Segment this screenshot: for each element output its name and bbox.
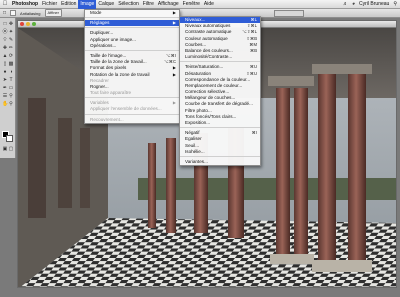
menu-filtre[interactable]: Filtre bbox=[141, 0, 156, 9]
adjust-menu-item-label: Négatif bbox=[185, 130, 200, 136]
adjust-menu-item-label: Tons foncés/Tons clairs... bbox=[185, 113, 237, 119]
minimize-icon[interactable] bbox=[26, 22, 30, 26]
eyedropper-icon[interactable]: ⚲ bbox=[8, 93, 14, 99]
adjust-menu-item-label: Désaturation bbox=[185, 70, 212, 76]
adjust-menu-item-label: Courbes... bbox=[185, 41, 207, 47]
antialias-label: Antialiasing bbox=[20, 10, 41, 16]
submenu-arrow-icon: ▶ bbox=[172, 10, 176, 15]
image-menu-item-label: Taille de la zone de travail... bbox=[90, 59, 147, 65]
dodge-tool-icon[interactable]: ◑ bbox=[8, 69, 14, 75]
image-menu-item: Recouvrement... bbox=[85, 117, 179, 123]
image-menu-item-label: Mode bbox=[90, 10, 102, 15]
adjust-menu-item-label: Exposition... bbox=[185, 120, 211, 125]
image-menu-item-label: Rogner... bbox=[90, 83, 109, 89]
close-icon[interactable] bbox=[20, 22, 24, 26]
menu-edition[interactable]: Edition bbox=[59, 0, 78, 9]
adjust-menu-item-label: Balance des couleurs... bbox=[185, 47, 233, 53]
background-color-swatch[interactable] bbox=[6, 135, 13, 142]
image-menu-item: Tout faire apparaître bbox=[85, 90, 179, 96]
image-menu-item-label: Opérations... bbox=[90, 42, 117, 48]
image-menu-item-label: Appliquer une image... bbox=[90, 36, 136, 42]
image-menu-item-label: Format des pixels bbox=[90, 65, 127, 71]
type-tool-icon[interactable]: T bbox=[8, 77, 14, 83]
image-menu-item-label: Recouvrement... bbox=[90, 116, 124, 122]
adjust-menu-item-label: Correction sélective... bbox=[185, 89, 230, 95]
image-menu-item-label: Recadrer bbox=[90, 77, 109, 83]
antialias-checkbox[interactable] bbox=[10, 10, 17, 16]
shape-tool-icon[interactable]: ▭ bbox=[8, 85, 14, 91]
image-menu-item: Appliquer l'ensemble de données... bbox=[85, 106, 179, 112]
magic-wand-icon[interactable]: ✦ bbox=[8, 29, 14, 35]
adjust-menu-item-label: Correspondance de la couleur... bbox=[185, 76, 251, 82]
palette-well[interactable] bbox=[274, 10, 304, 17]
brush-tool-icon[interactable]: ✏ bbox=[8, 45, 14, 51]
adjust-menu-item-label: Courbe de transfert de dégradé... bbox=[185, 101, 253, 107]
image-menu-item-label: Appliquer l'ensemble de données... bbox=[90, 106, 162, 112]
adjust-menu-item-label: Seuil... bbox=[185, 142, 200, 148]
submenu-arrow-icon: ▶ bbox=[172, 20, 176, 26]
adjust-menu-item[interactable]: Exposition... bbox=[180, 120, 260, 126]
image-menu: Mode ▶ Réglages ▶ Dupliquer... Appliquer une … bbox=[84, 9, 180, 124]
tool-preset-icon[interactable]: □ bbox=[3, 10, 6, 16]
menu-image[interactable]: Image bbox=[78, 0, 97, 9]
adjust-menu-item-label: Remplacement de couleur... bbox=[185, 82, 243, 88]
image-menu-item[interactable]: Réglages ▶ bbox=[85, 20, 179, 27]
menu-photoshop[interactable]: Photoshop bbox=[10, 0, 40, 9]
menu-fenetre[interactable]: Fenêtre bbox=[181, 0, 202, 9]
adjust-menu-item-label: Luminosité/Contraste... bbox=[185, 54, 233, 60]
image-menu-item[interactable]: Mode ▶ bbox=[85, 10, 179, 16]
adjust-menu-item-label: Contraste automatique bbox=[185, 29, 232, 35]
spotlight-icon[interactable]: ⚲ bbox=[393, 0, 397, 9]
gradient-tool-icon[interactable]: ▩ bbox=[8, 61, 14, 67]
adjust-menu-item-label: Couleur automatique bbox=[185, 35, 228, 41]
adjust-menu-item-label: Variantes... bbox=[185, 158, 208, 164]
refine-button[interactable]: Affiner bbox=[44, 9, 62, 17]
adjust-menu-item-label: Isohélie... bbox=[185, 148, 205, 154]
zoom-tool-icon[interactable]: ⚲ bbox=[8, 101, 14, 107]
image-menu-item-label: Tout faire apparaître bbox=[90, 90, 132, 96]
menu-calque[interactable]: Calque bbox=[96, 0, 116, 9]
image-menu-item-label: Réglages bbox=[90, 20, 110, 26]
image-menu-item-label: Dupliquer... bbox=[90, 30, 114, 36]
adjust-menu-item[interactable]: Isohélie... bbox=[180, 149, 260, 155]
apple-icon[interactable]:  bbox=[0, 1, 10, 7]
history-brush-icon[interactable]: ⟳ bbox=[8, 53, 14, 59]
adjust-menu-item-label: Teinte/Saturation... bbox=[185, 64, 224, 70]
adjust-menu-item[interactable]: Luminosité/Contraste... bbox=[180, 54, 260, 60]
image-menu-item[interactable]: Opérations... bbox=[85, 43, 179, 49]
menu-bar:  Photoshop Fichier Edition Image Calque… bbox=[0, 0, 400, 9]
adjust-menu-item-label: Filtre photo... bbox=[185, 107, 212, 113]
menu-selection[interactable]: Sélection bbox=[116, 0, 141, 9]
screen-mode-icon[interactable]: ▢ bbox=[8, 146, 14, 152]
wifi-icon[interactable]: ◕ bbox=[352, 0, 355, 9]
menu-affichage[interactable]: Affichage bbox=[156, 0, 181, 9]
menu-fichier[interactable]: Fichier bbox=[40, 0, 59, 9]
image-menu-item-label: Variables bbox=[90, 100, 109, 106]
slice-tool-icon[interactable]: ✎ bbox=[8, 37, 14, 43]
adjust-menu-item-label: Egaliser bbox=[185, 136, 202, 142]
adjust-menu-item-label: Mélangeur de couches... bbox=[185, 95, 236, 101]
adjustments-submenu: Niveaux... ⌘L Niveaux automatiques ⇧⌘L Contr… bbox=[179, 16, 261, 167]
adjust-menu-item-label: Niveaux automatiques bbox=[185, 23, 231, 29]
move-tool-icon[interactable]: ✥ bbox=[8, 21, 14, 27]
toolbox: □ ✥ ⦿ ✦ ⌔ ✎ ✚ ✏ ▲ ⟳ ▯ ▩ ● ◑ ➤ T ✒ ▭ ☰ ⚲ … bbox=[0, 18, 16, 158]
image-menu-item-label: Taille de l'image... bbox=[90, 52, 127, 58]
adjust-menu-item[interactable]: Variantes... bbox=[180, 159, 260, 165]
zoom-icon[interactable] bbox=[32, 22, 36, 26]
menu-aide[interactable]: Aide bbox=[202, 0, 216, 9]
user-name[interactable]: Cyril Bruneau bbox=[359, 0, 389, 9]
image-menu-item-label: Rotation de la zone de travail bbox=[90, 71, 150, 77]
adjust-menu-item-label: Niveaux... bbox=[185, 17, 206, 22]
volume-icon[interactable]: ♬ bbox=[343, 0, 348, 9]
desktop:  Photoshop Fichier Edition Image Calque… bbox=[0, 0, 400, 297]
